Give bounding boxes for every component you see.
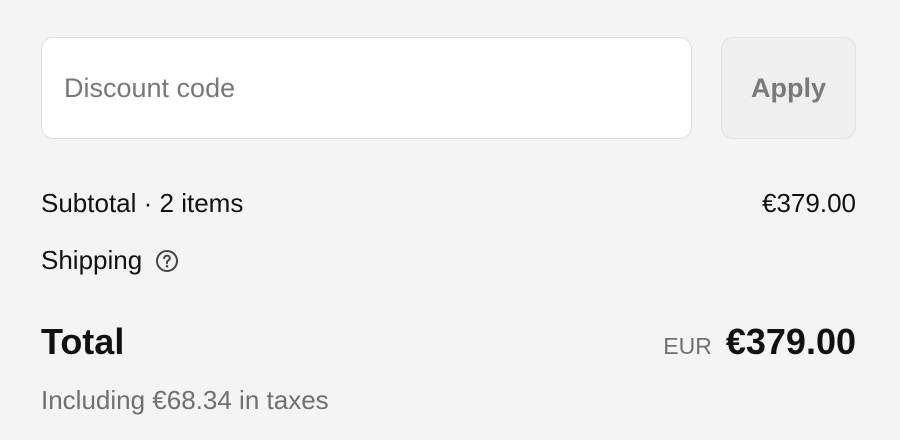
- apply-discount-button[interactable]: Apply: [721, 37, 856, 139]
- total-label: Total: [41, 321, 125, 362]
- shipping-row: Shipping: [41, 242, 856, 278]
- taxes-note: Including €68.34 in taxes: [41, 384, 329, 415]
- total-value: €379.00: [725, 321, 856, 362]
- subtotal-label: Subtotal · 2 items: [41, 187, 244, 218]
- help-circle-icon[interactable]: [155, 249, 179, 273]
- total-amount-group: EUR €379.00: [663, 321, 856, 363]
- discount-code-input[interactable]: [41, 37, 692, 139]
- discount-code-section: Apply: [41, 37, 856, 139]
- shipping-label-group: Shipping: [41, 245, 179, 276]
- subtotal-row: Subtotal · 2 items €379.00: [41, 185, 856, 221]
- total-row: Total EUR €379.00: [41, 318, 856, 366]
- subtotal-value: €379.00: [762, 187, 856, 218]
- currency-code: EUR: [663, 333, 712, 359]
- shipping-label: Shipping: [41, 244, 143, 275]
